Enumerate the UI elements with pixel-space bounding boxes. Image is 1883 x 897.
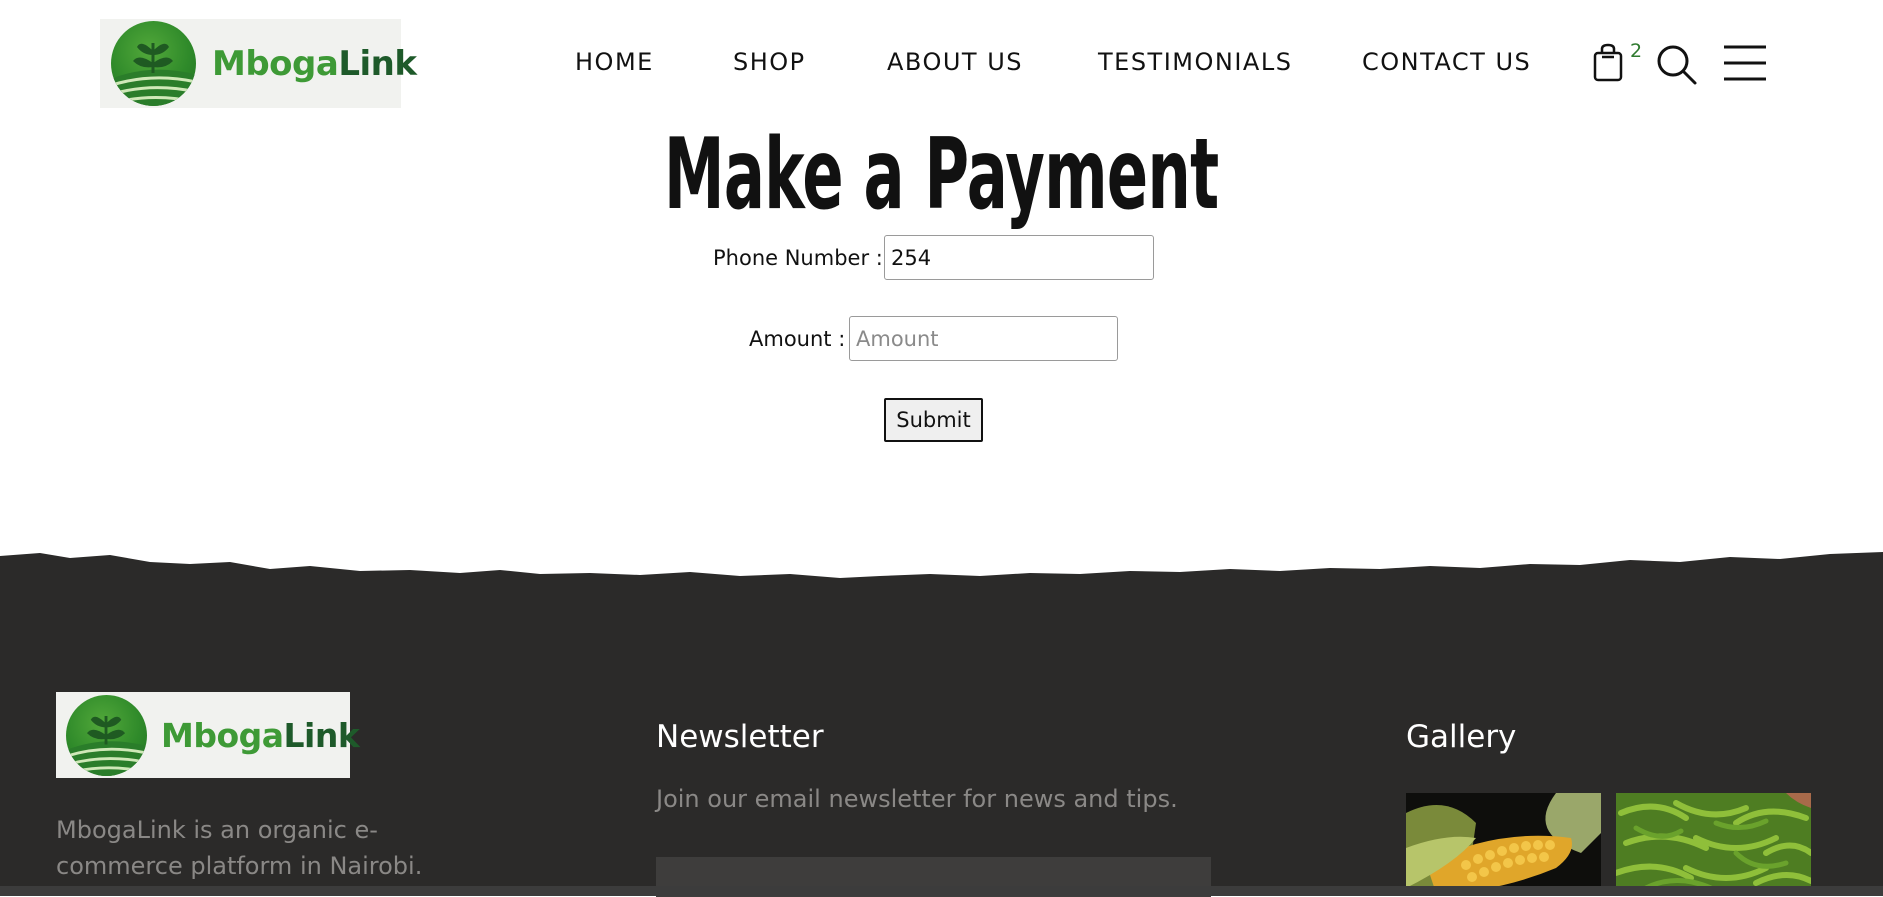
- footer-logo-text-link: Link: [283, 715, 360, 755]
- nav-testimonials[interactable]: TESTIMONIALS: [1098, 48, 1292, 76]
- horizontal-scrollbar[interactable]: [0, 886, 1883, 896]
- amount-input[interactable]: [849, 316, 1118, 361]
- logo-wordmark: MbogaLink: [212, 43, 417, 84]
- shopping-bag-icon[interactable]: [1592, 42, 1624, 82]
- gallery-heading: Gallery: [1406, 719, 1517, 755]
- page-title: Make a Payment: [664, 118, 1219, 232]
- logo-text-mboga: Mboga: [212, 43, 339, 84]
- green-beans-image[interactable]: [1616, 793, 1811, 893]
- site-header: MbogaLink HOME SHOP ABOUT US TESTIMONIAL…: [0, 0, 1883, 125]
- footer-logo-wordmark: MbogaLink: [161, 715, 360, 755]
- nav-about-us[interactable]: ABOUT US: [887, 48, 1023, 76]
- nav-shop[interactable]: SHOP: [733, 48, 806, 76]
- newsletter-description: Join our email newsletter for news and t…: [656, 785, 1178, 813]
- logo-emblem-icon: [111, 21, 196, 106]
- hamburger-menu-icon[interactable]: [1722, 44, 1768, 82]
- footer-logo-text-mboga: Mboga: [161, 715, 284, 755]
- header-logo[interactable]: MbogaLink: [100, 19, 417, 108]
- cart-count-badge: 2: [1630, 40, 1643, 62]
- newsletter-heading: Newsletter: [656, 719, 824, 755]
- footer-about-text: MbogaLink is an organic e-commerce platf…: [56, 816, 423, 880]
- logo-text-link: Link: [338, 43, 417, 84]
- corn-cob-image[interactable]: [1406, 793, 1601, 893]
- nav-contact-us[interactable]: CONTACT US: [1362, 48, 1531, 76]
- footer-logo-emblem-icon: [66, 694, 147, 776]
- amount-label: Amount :: [749, 327, 846, 351]
- footer-logo[interactable]: MbogaLink: [56, 692, 360, 778]
- phone-number-label: Phone Number :: [713, 246, 883, 270]
- submit-button[interactable]: Submit: [884, 398, 983, 442]
- phone-number-input[interactable]: [884, 235, 1154, 280]
- search-icon[interactable]: [1656, 44, 1698, 86]
- nav-home[interactable]: HOME: [575, 48, 654, 76]
